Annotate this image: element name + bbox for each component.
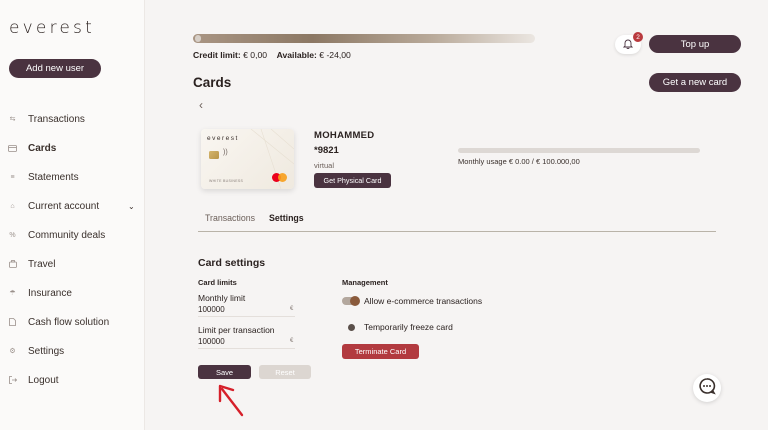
sidebar: everest Add new user ⇆ Transactions Card…: [0, 0, 145, 430]
sidebar-item-cards[interactable]: Cards: [0, 138, 145, 158]
card-settings-title: Card settings: [198, 257, 266, 269]
sidebar-item-community-deals[interactable]: % Community deals: [0, 225, 145, 245]
bank-icon: ⌂: [10, 202, 15, 210]
ecommerce-toggle[interactable]: [342, 296, 360, 306]
per-transaction-limit-currency: €: [290, 338, 294, 344]
chat-button[interactable]: [693, 374, 721, 402]
add-new-user-button[interactable]: Add new user: [9, 59, 101, 78]
management-title: Management: [342, 278, 388, 287]
tab-settings[interactable]: Settings: [269, 213, 304, 223]
card-brand-text: everest: [207, 135, 239, 142]
sidebar-item-transactions[interactable]: ⇆ Transactions: [0, 109, 145, 129]
get-new-card-button[interactable]: Get a new card: [649, 73, 741, 92]
percent-icon: %: [9, 231, 16, 239]
terminate-card-button[interactable]: Terminate Card: [342, 344, 419, 359]
top-up-button[interactable]: Top up: [649, 35, 741, 53]
card-image: everest )) WHITE BUSINESS: [201, 129, 294, 189]
bell-icon: [622, 36, 634, 54]
sidebar-item-label: Current account: [28, 200, 100, 212]
sidebar-item-label: Travel: [28, 258, 56, 270]
credit-summary: Credit limit: € 0,00 Available: € -24,00: [193, 50, 351, 60]
per-transaction-limit-label: Limit per transaction: [198, 325, 275, 335]
logout-icon: [8, 376, 17, 385]
transactions-icon: ⇆: [9, 116, 16, 123]
card-holder-name: MOHAMMED: [314, 130, 375, 141]
sidebar-item-label: Cards: [28, 142, 57, 154]
tab-transactions[interactable]: Transactions: [205, 213, 255, 223]
credit-limit-value: € 0,00: [243, 50, 268, 60]
sidebar-item-current-account[interactable]: ⌂ Current account ⌄: [0, 196, 145, 216]
contactless-icon: )): [223, 149, 228, 156]
get-physical-card-button[interactable]: Get Physical Card: [314, 173, 391, 188]
credit-limit-label: Credit limit:: [193, 50, 241, 60]
monthly-usage-bar: [458, 148, 700, 153]
everest-logo[interactable]: everest: [9, 18, 95, 38]
per-transaction-limit-underline: [198, 348, 295, 349]
statements-icon: ≡: [10, 173, 15, 181]
suitcase-icon: [8, 260, 17, 269]
card-number: *9821: [314, 145, 339, 156]
sidebar-item-label: Logout: [28, 374, 59, 386]
monthly-limit-currency: €: [290, 306, 294, 312]
page-title: Cards: [193, 75, 232, 90]
sidebar-item-label: Insurance: [28, 287, 72, 299]
document-icon: [8, 318, 17, 327]
freeze-card-label: Temporarily freeze card: [364, 322, 453, 332]
annotation-arrow-icon: [218, 384, 244, 417]
monthly-limit-underline: [198, 316, 295, 317]
sidebar-item-travel[interactable]: Travel: [0, 254, 145, 274]
sidebar-item-settings[interactable]: ⚙ Settings: [0, 341, 145, 361]
back-chevron-icon[interactable]: ‹: [199, 98, 203, 112]
card-icon: [8, 144, 17, 153]
sidebar-item-label: Community deals: [28, 229, 106, 241]
sidebar-item-insurance[interactable]: ☂ Insurance: [0, 283, 145, 303]
monthly-limit-label: Monthly limit: [198, 293, 246, 303]
per-transaction-limit-input[interactable]: 100000: [198, 337, 225, 346]
freeze-card-toggle[interactable]: [348, 323, 358, 331]
sidebar-item-label: Statements: [28, 171, 79, 183]
sidebar-item-label: Cash flow solution: [28, 316, 110, 328]
card-type: virtual: [314, 161, 335, 170]
credit-usage-bar: [193, 34, 535, 43]
mastercard-logo-icon-overlap: [278, 173, 287, 182]
available-label: Available:: [276, 50, 317, 60]
gear-icon: ⚙: [9, 348, 16, 355]
card-tier-text: WHITE BUSINESS: [209, 179, 244, 183]
card-chip-icon: [209, 151, 219, 159]
notification-count-badge: 2: [633, 32, 643, 42]
sidebar-item-cash-flow[interactable]: Cash flow solution: [0, 312, 145, 332]
card-limits-title: Card limits: [198, 278, 237, 287]
monthly-usage-text: Monthly usage € 0.00 / € 100.000,00: [458, 157, 580, 166]
sidebar-item-logout[interactable]: Logout: [0, 370, 145, 390]
chevron-down-icon[interactable]: ⌄: [128, 202, 135, 211]
monthly-limit-input[interactable]: 100000: [198, 305, 225, 314]
chat-bubble-icon: [698, 377, 716, 400]
sidebar-item-label: Settings: [28, 345, 65, 357]
reset-button[interactable]: Reset: [259, 365, 311, 379]
sidebar-item-label: Transactions: [28, 113, 85, 125]
sidebar-item-statements[interactable]: ≡ Statements: [0, 167, 145, 187]
available-value: € -24,00: [319, 50, 351, 60]
umbrella-icon: ☂: [9, 290, 16, 297]
tabs-divider: [198, 231, 716, 232]
ecommerce-toggle-label: Allow e-commerce transactions: [364, 296, 483, 306]
